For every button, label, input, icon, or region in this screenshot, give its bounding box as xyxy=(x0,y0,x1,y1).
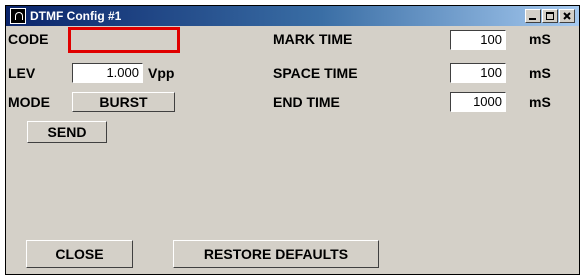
mark-time-input[interactable]: 100 xyxy=(450,30,506,50)
end-time-unit: mS xyxy=(529,94,551,110)
send-button[interactable]: SEND xyxy=(27,121,107,143)
lev-unit-label: Vpp xyxy=(148,65,175,81)
space-time-input[interactable]: 100 xyxy=(450,63,506,83)
code-label: CODE xyxy=(8,31,49,47)
end-time-input[interactable]: 1000 xyxy=(450,92,506,112)
window-title: DTMF Config #1 xyxy=(30,9,122,23)
mark-time-label: MARK TIME xyxy=(273,31,353,47)
mark-time-unit: mS xyxy=(529,31,551,47)
lev-label: LEV xyxy=(8,65,36,81)
code-input[interactable] xyxy=(68,27,180,53)
mode-select[interactable]: BURST xyxy=(72,92,175,112)
mode-label: MODE xyxy=(8,94,50,110)
minimize-button[interactable] xyxy=(525,9,541,23)
space-time-unit: mS xyxy=(529,65,551,81)
maximize-button[interactable] xyxy=(542,9,558,23)
maximize-icon xyxy=(546,12,554,20)
close-button[interactable]: CLOSE xyxy=(26,240,133,268)
lev-input[interactable]: 1.000 xyxy=(72,63,143,83)
app-icon xyxy=(10,8,26,24)
dtmf-config-window: DTMF Config #1 CODE LEV 1.000 Vpp MODE B… xyxy=(5,5,580,275)
close-icon xyxy=(563,12,571,20)
end-time-label: END TIME xyxy=(273,94,340,110)
title-bar[interactable]: DTMF Config #1 xyxy=(6,6,579,26)
close-window-button[interactable] xyxy=(559,9,575,23)
space-time-label: SPACE TIME xyxy=(273,65,358,81)
restore-defaults-button[interactable]: RESTORE DEFAULTS xyxy=(173,240,379,268)
minimize-icon xyxy=(529,18,536,20)
